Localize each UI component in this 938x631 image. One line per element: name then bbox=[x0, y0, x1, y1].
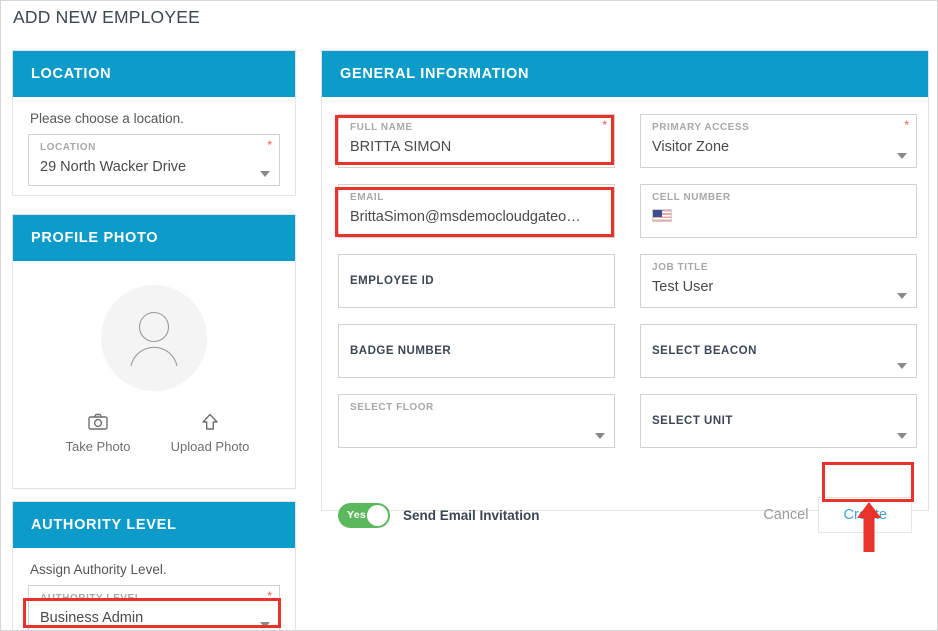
select-beacon-placeholder: SELECT BEACON bbox=[652, 345, 757, 357]
authority-helper-text: Assign Authority Level. bbox=[30, 562, 167, 577]
location-card-title: LOCATION bbox=[31, 66, 112, 82]
create-button[interactable]: Create bbox=[818, 497, 912, 533]
select-unit-field[interactable]: SELECT UNIT bbox=[640, 394, 917, 448]
general-info-footer: Yes Send Email Invitation Cancel Create bbox=[338, 497, 912, 533]
authority-level-select-value: Business Admin bbox=[40, 610, 144, 626]
upload-arrow-icon bbox=[154, 413, 266, 435]
required-asterisk-icon: * bbox=[904, 118, 909, 132]
upload-photo-button[interactable]: Upload Photo bbox=[154, 413, 266, 454]
email-value: BrittaSimon@msdemocloudgateo… bbox=[350, 209, 581, 225]
location-card-body: Please choose a location. LOCATION 29 No… bbox=[13, 97, 295, 200]
general-information-card-header: GENERAL INFORMATION bbox=[322, 51, 928, 97]
location-helper-text: Please choose a location. bbox=[30, 111, 184, 126]
upload-photo-label: Upload Photo bbox=[170, 439, 250, 454]
job-title-value: Test User bbox=[652, 279, 714, 295]
chevron-down-icon[interactable] bbox=[897, 433, 907, 439]
required-asterisk-icon: * bbox=[267, 589, 272, 603]
badge-number-field[interactable]: BADGE NUMBER bbox=[338, 324, 615, 378]
location-card: LOCATION Please choose a location. LOCAT… bbox=[12, 50, 296, 196]
page-title: ADD NEW EMPLOYEE bbox=[13, 7, 200, 27]
cell-number-field[interactable]: CELL NUMBER bbox=[640, 184, 917, 238]
profile-photo-card-body: Take Photo Upload Photo bbox=[13, 261, 295, 468]
chevron-down-icon[interactable] bbox=[260, 622, 270, 628]
user-avatar-placeholder-icon bbox=[130, 311, 178, 367]
location-card-header: LOCATION bbox=[13, 51, 295, 97]
primary-access-label: PRIMARY ACCESS bbox=[652, 122, 750, 133]
full-name-label: FULL NAME bbox=[350, 122, 413, 133]
email-field[interactable]: EMAIL BrittaSimon@msdemocloudgateo… bbox=[338, 184, 615, 238]
select-floor-label: SELECT FLOOR bbox=[350, 402, 434, 413]
authority-level-select[interactable]: AUTHORITY LEVEL Business Admin * bbox=[28, 585, 280, 630]
send-email-invitation-toggle-state: Yes bbox=[347, 508, 367, 521]
select-floor-field[interactable]: SELECT FLOOR bbox=[338, 394, 615, 448]
take-photo-label: Take Photo bbox=[65, 439, 131, 454]
required-asterisk-icon: * bbox=[267, 138, 272, 152]
employee-id-placeholder: EMPLOYEE ID bbox=[350, 275, 435, 287]
select-unit-placeholder: SELECT UNIT bbox=[652, 415, 733, 427]
toggle-knob[interactable] bbox=[367, 504, 388, 526]
location-select-label: LOCATION bbox=[40, 142, 96, 153]
job-title-label: JOB TITLE bbox=[652, 262, 709, 273]
avatar bbox=[101, 285, 207, 391]
chevron-down-icon[interactable] bbox=[595, 433, 605, 439]
chevron-down-icon[interactable] bbox=[897, 293, 907, 299]
send-email-invitation-label: Send Email Invitation bbox=[403, 507, 540, 523]
general-info-right-column: PRIMARY ACCESS Visitor Zone * CELL NUMBE… bbox=[640, 114, 917, 448]
general-information-card: GENERAL INFORMATION FULL NAME BRITTA SIM… bbox=[321, 50, 929, 533]
general-information-card-body: FULL NAME BRITTA SIMON * EMAIL BrittaSim… bbox=[322, 97, 928, 533]
email-label: EMAIL bbox=[350, 192, 384, 203]
full-name-value: BRITTA SIMON bbox=[350, 139, 452, 155]
cell-number-label: CELL NUMBER bbox=[652, 192, 731, 203]
location-select[interactable]: LOCATION 29 North Wacker Drive * bbox=[28, 134, 280, 186]
full-name-field[interactable]: FULL NAME BRITTA SIMON * bbox=[338, 114, 615, 168]
chevron-down-icon[interactable] bbox=[897, 153, 907, 159]
authority-level-select-label: AUTHORITY LEVEL bbox=[40, 593, 142, 604]
profile-photo-card-header: PROFILE PHOTO bbox=[13, 215, 295, 261]
send-email-invitation-toggle[interactable]: Yes bbox=[338, 502, 390, 528]
us-flag-icon[interactable] bbox=[652, 209, 672, 222]
cancel-button[interactable]: Cancel bbox=[753, 501, 818, 529]
avatar-wrap bbox=[28, 285, 280, 391]
select-beacon-field[interactable]: SELECT BEACON bbox=[640, 324, 917, 378]
required-asterisk-icon: * bbox=[602, 118, 607, 132]
photo-actions: Take Photo Upload Photo bbox=[28, 413, 280, 454]
authority-level-card-title: AUTHORITY LEVEL bbox=[31, 517, 177, 533]
primary-access-value: Visitor Zone bbox=[652, 139, 730, 155]
add-new-employee-screen: ADD NEW EMPLOYEE LOCATION Please choose … bbox=[0, 0, 938, 631]
general-info-left-column: FULL NAME BRITTA SIMON * EMAIL BrittaSim… bbox=[338, 114, 615, 448]
chevron-down-icon[interactable] bbox=[897, 363, 907, 369]
primary-access-field[interactable]: PRIMARY ACCESS Visitor Zone * bbox=[640, 114, 917, 168]
chevron-down-icon[interactable] bbox=[260, 171, 270, 177]
authority-level-card-body: Assign Authority Level. AUTHORITY LEVEL … bbox=[13, 548, 295, 630]
profile-photo-card-title: PROFILE PHOTO bbox=[31, 230, 159, 246]
profile-photo-card: PROFILE PHOTO Take Photo Upload Photo bbox=[12, 214, 296, 489]
job-title-field[interactable]: JOB TITLE Test User bbox=[640, 254, 917, 308]
authority-level-card: AUTHORITY LEVEL Assign Authority Level. … bbox=[12, 501, 296, 630]
employee-id-field[interactable]: EMPLOYEE ID bbox=[338, 254, 615, 308]
location-select-value: 29 North Wacker Drive bbox=[40, 159, 187, 175]
take-photo-button[interactable]: Take Photo bbox=[42, 413, 154, 454]
general-information-card-title: GENERAL INFORMATION bbox=[340, 66, 530, 82]
badge-number-placeholder: BADGE NUMBER bbox=[350, 345, 452, 357]
camera-icon bbox=[42, 413, 154, 435]
authority-level-card-header: AUTHORITY LEVEL bbox=[13, 502, 295, 548]
